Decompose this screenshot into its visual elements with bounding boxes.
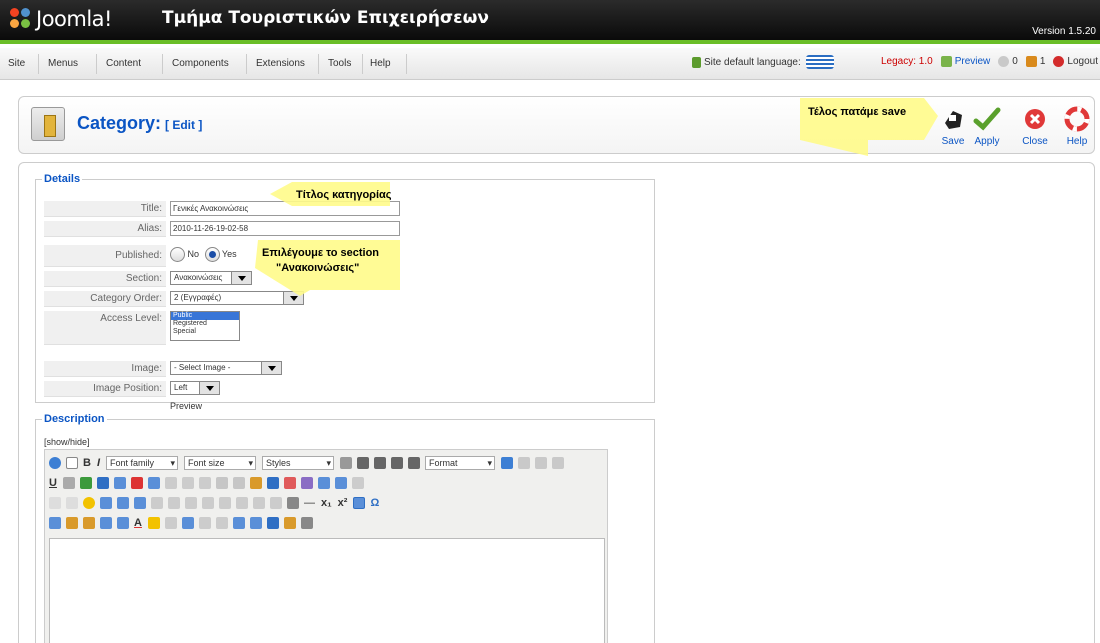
save-note: Τέλος πατάμε save xyxy=(808,106,907,118)
section-note-line-1: Επιλέγουμε το section xyxy=(262,247,380,259)
annotation-arrows xyxy=(255,98,938,296)
title-note: Τίτλος κατηγορίας xyxy=(296,189,392,201)
page: Joomla! Τμήμα Τουριστικών Επιχειρήσεων V… xyxy=(0,0,1100,643)
section-note-line-2: "Ανακοινώσεις" xyxy=(276,262,360,274)
